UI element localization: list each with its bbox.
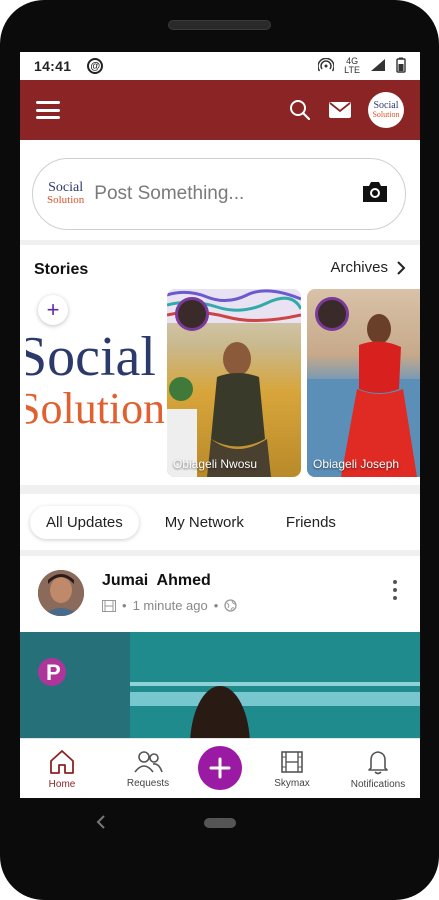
nav-notifications-label: Notifications: [350, 778, 406, 790]
home-icon: [50, 749, 74, 774]
search-icon[interactable]: [288, 98, 312, 122]
status-time: 14:41: [34, 58, 72, 74]
plus-icon: [209, 757, 231, 779]
app-bar-actions: Social Solution: [288, 92, 404, 128]
create-post-button[interactable]: [198, 746, 242, 790]
signal-icon: [370, 58, 386, 75]
post-placeholder: Post Something...: [94, 183, 245, 204]
film-small-icon: [102, 599, 116, 612]
add-story-logo: Social Solution: [26, 329, 164, 433]
phone-frame: 14:41 @ 4G LTE Social Solution Social So…: [0, 0, 439, 900]
bottom-nav: Home Requests Skymax Notifications: [20, 738, 420, 798]
story-name: Obiageli Nwosu: [173, 457, 258, 471]
nav-home-label: Home: [48, 778, 76, 790]
svg-text:P: P: [46, 660, 61, 685]
story-avatar: [175, 297, 209, 331]
bell-icon: [368, 750, 388, 774]
tab-my-network[interactable]: My Network: [149, 506, 260, 539]
nav-notifications[interactable]: Notifications: [338, 739, 418, 798]
compose-logo-line1: Social: [48, 180, 84, 195]
add-story-logo-line1: Social: [26, 326, 156, 388]
film-icon: [281, 750, 303, 773]
meta-separator: •: [122, 598, 127, 613]
menu-icon[interactable]: [36, 101, 60, 119]
feed-post: Jumai Ahmed • 1 minute ago • P: [20, 556, 420, 746]
post-input[interactable]: Social Solution Post Something...: [32, 158, 406, 230]
nav-home[interactable]: Home: [22, 739, 102, 798]
add-story-card[interactable]: Social Solution +: [26, 289, 164, 477]
compose-card: Social Solution Post Something...: [20, 140, 420, 240]
screen: 14:41 @ 4G LTE Social Solution Social So…: [20, 52, 420, 798]
meta-separator: •: [213, 598, 219, 613]
archives-link[interactable]: Archives: [330, 259, 406, 276]
nav-skymax-label: Skymax: [274, 777, 310, 789]
hotspot-icon: [317, 57, 335, 75]
avatar-logo-line2: Solution: [372, 110, 400, 119]
compose-logo: Social Solution: [47, 180, 85, 207]
post-author-name[interactable]: Jumai Ahmed: [102, 572, 211, 590]
add-story-plus-icon[interactable]: +: [38, 295, 68, 325]
camera-icon[interactable]: [361, 180, 389, 209]
story-card[interactable]: Obiageli Nwosu: [167, 289, 301, 477]
feed-tabs: All Updates My Network Friends: [20, 494, 420, 550]
network-type: 4G LTE: [344, 57, 360, 75]
post-media[interactable]: P: [20, 632, 420, 746]
add-story-logo-line2: Solution: [26, 384, 164, 433]
at-notification-icon: @: [87, 58, 104, 74]
post-author-avatar[interactable]: [38, 570, 84, 616]
globe-icon: [224, 599, 237, 612]
nav-requests[interactable]: Requests: [108, 739, 188, 798]
more-options-icon[interactable]: [390, 580, 400, 600]
nav-requests-label: Requests: [126, 777, 170, 789]
archives-label: Archives: [330, 259, 388, 276]
compose-logo-line2: Solution: [47, 194, 85, 206]
network-type-bottom: LTE: [344, 65, 360, 75]
status-bar: 14:41 @ 4G LTE: [20, 52, 420, 80]
mail-icon[interactable]: [328, 98, 352, 122]
story-avatar: [315, 297, 349, 331]
stories-track: Social Solution + Obiageli Nwosu Obiagel…: [20, 289, 420, 479]
chevron-right-icon: [397, 260, 406, 275]
battery-icon: [396, 57, 406, 76]
post-meta: • 1 minute ago •: [102, 598, 237, 613]
story-card[interactable]: Obiageli Joseph: [307, 289, 420, 477]
profile-avatar[interactable]: Social Solution: [368, 92, 404, 128]
people-icon: [134, 750, 163, 772]
status-icons: 4G LTE: [317, 57, 406, 76]
nav-skymax[interactable]: Skymax: [252, 739, 332, 798]
post-time: 1 minute ago: [132, 598, 208, 613]
avatar-logo-line1: Social: [373, 100, 399, 111]
story-name: Obiageli Joseph: [313, 457, 400, 471]
tab-friends[interactable]: Friends: [270, 506, 352, 539]
android-back-icon[interactable]: [94, 814, 108, 830]
stories-section: Stories Archives Social Solution + Obiag…: [20, 245, 420, 485]
app-bar: Social Solution: [20, 80, 420, 140]
stories-title: Stories: [34, 261, 89, 278]
phone-speaker: [168, 20, 271, 30]
android-home-button[interactable]: [204, 818, 236, 828]
tab-all-updates[interactable]: All Updates: [30, 505, 139, 539]
